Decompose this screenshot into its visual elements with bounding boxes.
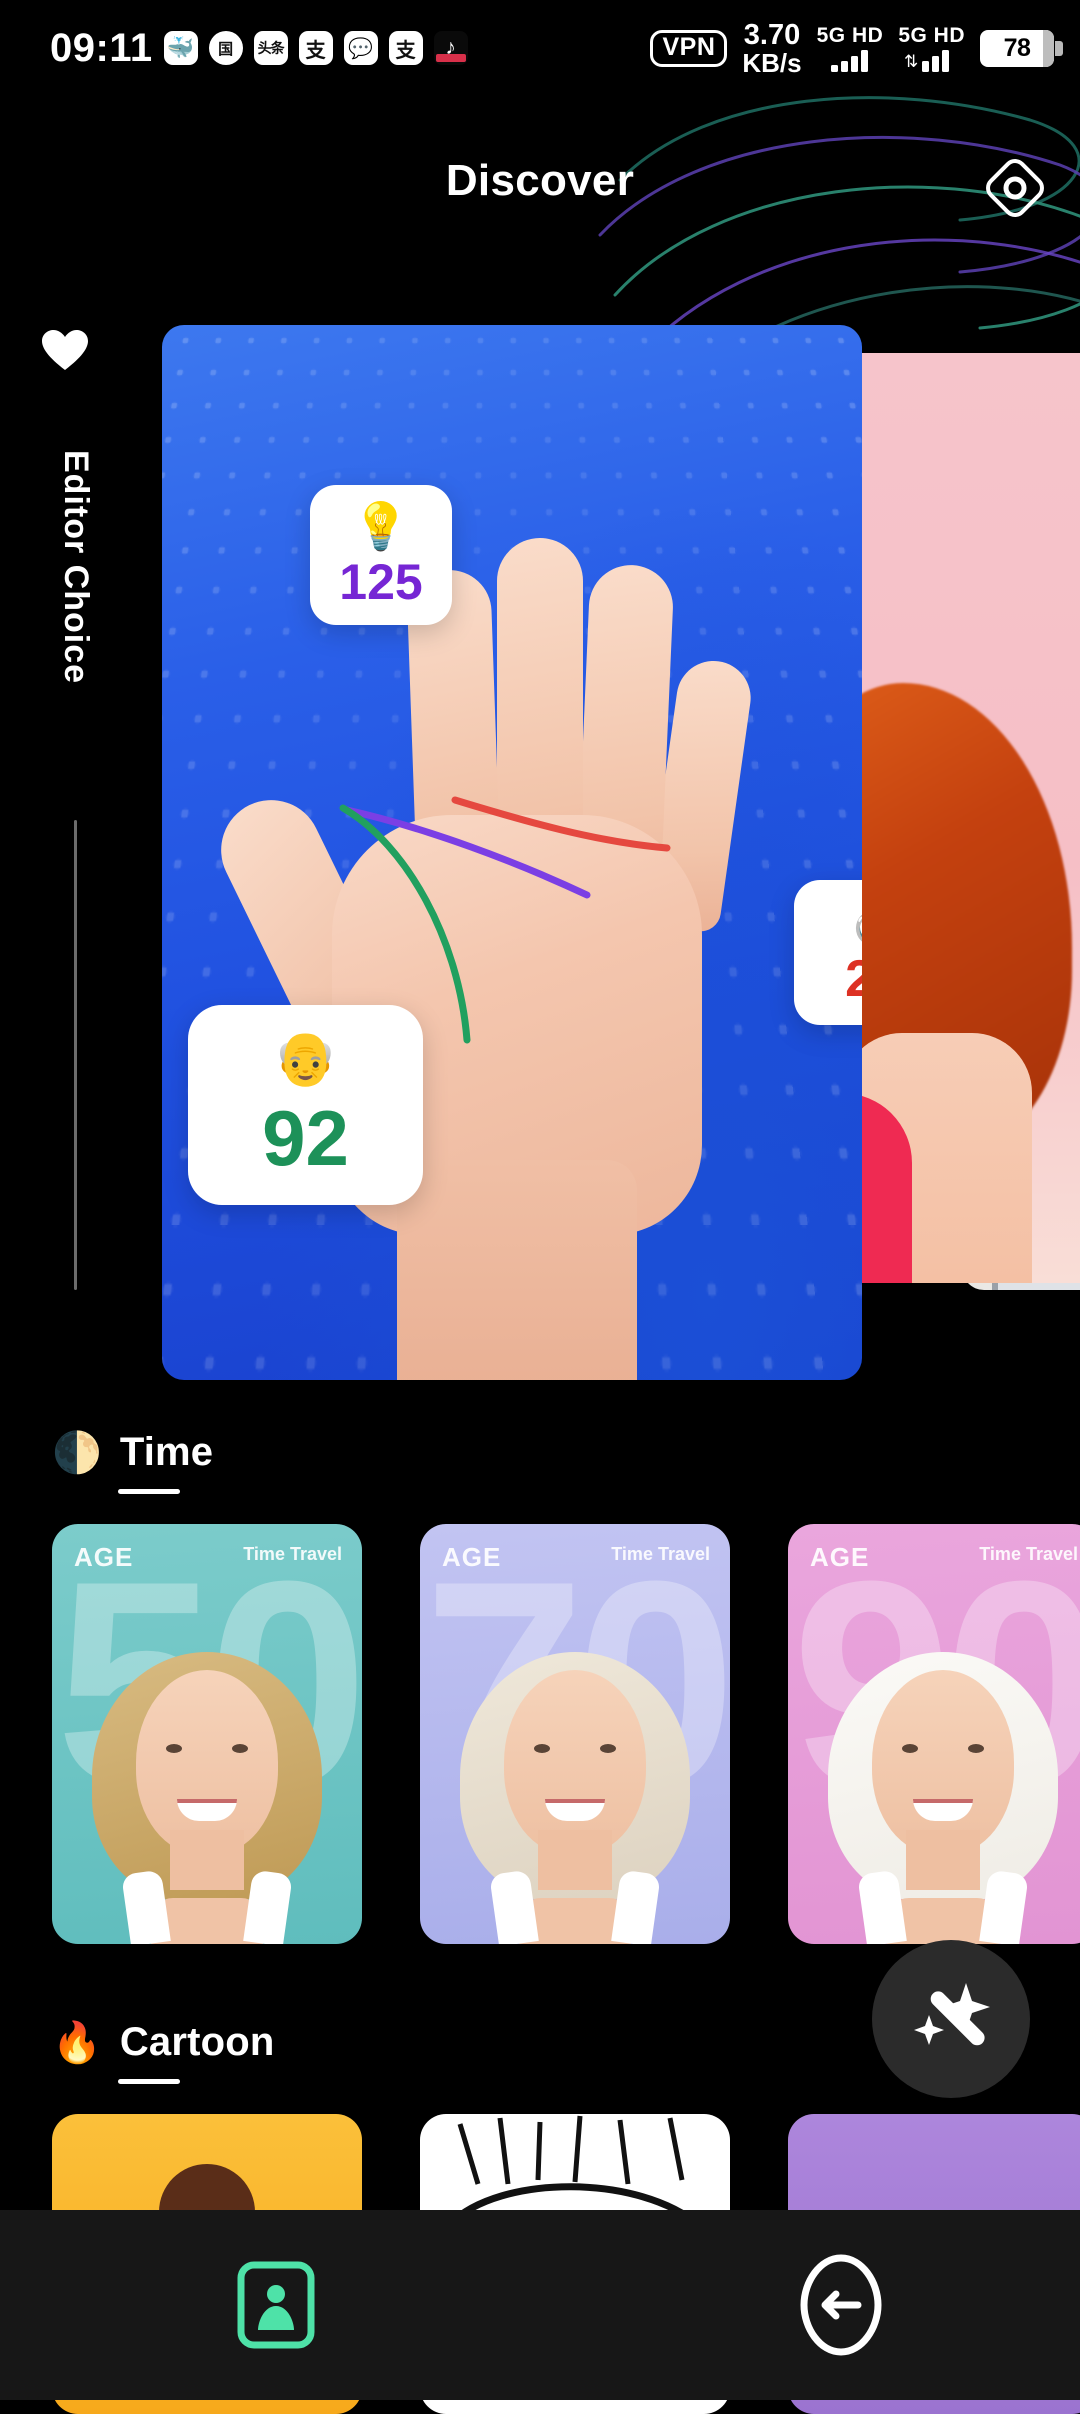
section-time-underline <box>118 1489 180 1494</box>
palm-badge-value-lifespan: 92 <box>262 1094 349 1182</box>
time-card-corner-label-1: Time Travel <box>611 1544 710 1564</box>
battery-empty-portion <box>1043 29 1054 67</box>
heart-icon <box>42 330 122 372</box>
palm-badge-lifespan: 👴 92 <box>188 1005 423 1205</box>
time-card-90[interactable]: 90 AGE Time Travel <box>788 1524 1080 1944</box>
wechat-app-icon: 💬 <box>343 31 378 65</box>
status-bar-right: VPN 3.70 KB/s 5G HD 5G HD ⇅ 78 <box>650 18 1063 78</box>
back-button[interactable] <box>800 2254 882 2356</box>
editor-choice-rail: Editor Choice <box>42 330 122 1370</box>
tiktok-app-icon: ♪ <box>433 31 468 65</box>
portrait-mode-button[interactable] <box>236 2260 316 2350</box>
older-man-emoji: 👴 <box>273 1030 338 1088</box>
section-time-header: 🌓 Time <box>0 1430 1080 1475</box>
status-clock: 09:11 <box>50 26 153 70</box>
toutiao-app-icon: 头条 <box>253 31 288 65</box>
battery-percent: 78 <box>1003 33 1031 62</box>
sim1-bars-icon <box>817 49 884 72</box>
time-card-age-label-0: AGE <box>74 1542 134 1572</box>
fire-emoji: 🔥 <box>52 2020 102 2065</box>
status-bar: 09:11 🐳 国 头条 支 💬 支 ♪ VPN 3.70 KB/s 5G HD… <box>0 0 1080 96</box>
bottom-navigation-bar <box>0 2210 1080 2400</box>
magic-wand-icon <box>914 1983 990 2046</box>
network-speed-indicator: 3.70 KB/s <box>742 18 802 78</box>
network-speed-value: 3.70 <box>743 18 801 51</box>
sim1-signal: 5G HD <box>817 25 884 72</box>
time-card-portrait-1 <box>460 1614 690 1944</box>
magic-wand-fab[interactable] <box>872 1940 1030 2098</box>
featured-carousel[interactable]: 💡 125 👴 92 💍 27 <box>162 325 1080 1380</box>
data-transfer-icon: ⇅ <box>904 51 919 71</box>
time-card-corner-label-2: Time Travel <box>979 1544 1078 1564</box>
time-card-50[interactable]: 50 AGE Time Travel <box>52 1524 362 1944</box>
rail-divider <box>74 820 77 1290</box>
sim2-label: 5G HD <box>898 23 965 47</box>
time-card-portrait-2 <box>828 1614 1058 1944</box>
editor-choice-label: Editor Choice <box>57 450 95 685</box>
battery-indicator: 78 <box>980 29 1063 67</box>
sim2-bars-icon: ⇅ <box>898 49 965 72</box>
time-card-70[interactable]: 70 AGE Time Travel <box>420 1524 730 1944</box>
sim2-signal: 5G HD ⇅ <box>898 25 965 72</box>
status-bar-left: 09:11 🐳 国 头条 支 💬 支 ♪ <box>50 28 468 68</box>
whale-app-icon: 🐳 <box>163 31 198 65</box>
diamond-scan-icon[interactable] <box>979 152 1051 224</box>
time-card-portrait-0 <box>92 1614 322 1944</box>
alipay-app-icon: 支 <box>298 31 333 65</box>
time-card-age-label-2: AGE <box>810 1542 870 1572</box>
section-cartoon-title: Cartoon <box>119 2020 275 2064</box>
vpn-indicator: VPN <box>650 29 728 67</box>
time-card-row[interactable]: 50 AGE Time Travel 70 AGE Time Travel 90 <box>0 1524 1080 1944</box>
section-cartoon-underline <box>118 2079 180 2084</box>
back-arrow-shield-icon <box>800 2254 882 2356</box>
guo-app-icon: 国 <box>208 31 243 65</box>
palm-reading-card[interactable]: 💡 125 👴 92 💍 27 <box>162 325 862 1380</box>
time-card-age-label-1: AGE <box>442 1542 502 1572</box>
time-card-corner-label-0: Time Travel <box>243 1544 342 1564</box>
half-moon-emoji: 🌓 <box>52 1430 102 1475</box>
section-time: 🌓 Time 50 AGE Time Travel 70 AGE Time Tr… <box>0 1430 1080 1944</box>
palm-badge-marriage: 💍 27 <box>794 880 862 1025</box>
network-speed-unit: KB/s <box>742 47 802 78</box>
page-title: Discover <box>445 156 635 205</box>
palm-badge-intelligence: 💡 125 <box>310 485 452 625</box>
palm-badge-value-marriage: 27 <box>845 949 862 1008</box>
sim1-label: 5G HD <box>816 23 884 47</box>
alipay-app-icon-2: 支 <box>388 31 423 65</box>
person-frame-icon <box>237 2261 315 2349</box>
ring-emoji: 💍 <box>847 900 862 945</box>
section-time-title: Time <box>119 1430 214 1474</box>
light-bulb-emoji: 💡 <box>352 500 410 552</box>
app-header: Discover <box>0 96 1080 390</box>
palm-badge-value-intelligence: 125 <box>339 554 423 610</box>
